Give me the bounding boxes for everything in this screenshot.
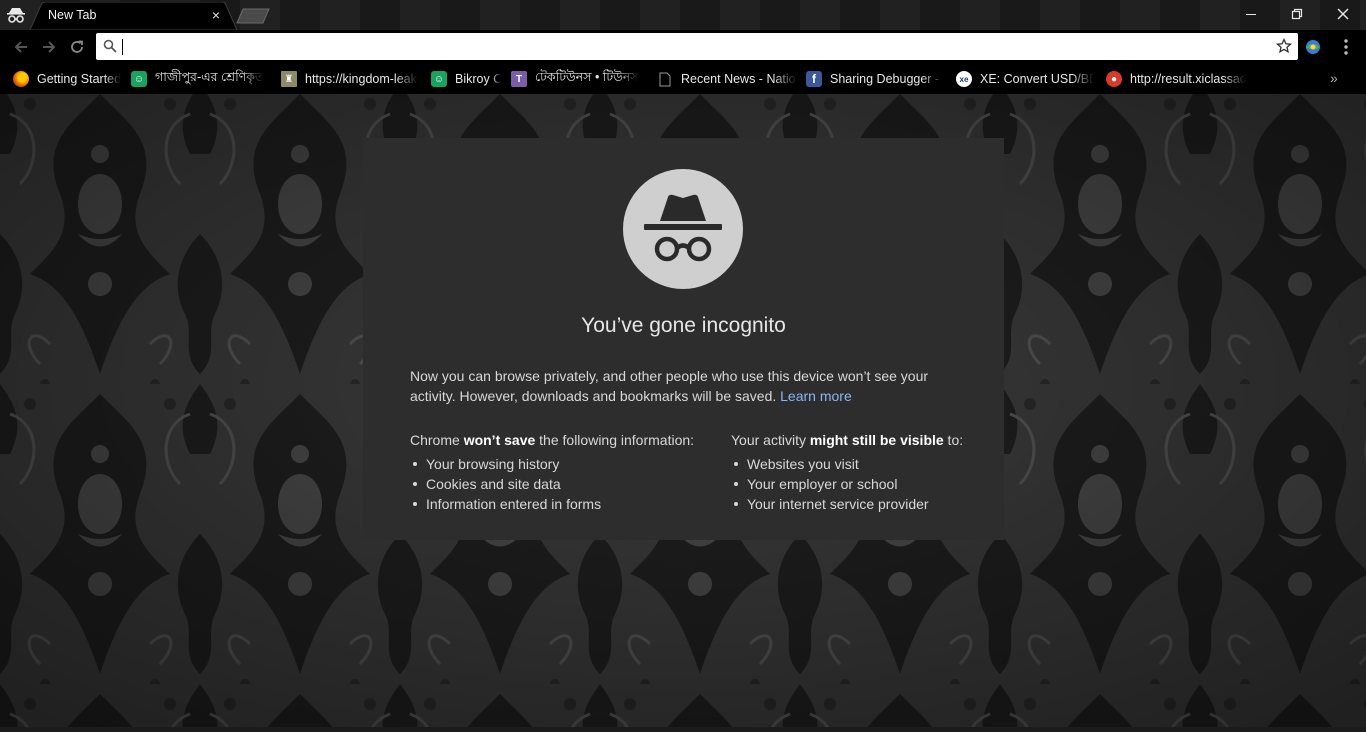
bookmark-recent-news[interactable]: Recent News - National	[657, 69, 797, 89]
list-item: Websites you visit	[731, 454, 981, 474]
bookmark-gazipur[interactable]: ☺ গাজীপুর-এর শ্রেণিকৃত	[131, 69, 271, 89]
bookmarks-overflow-icon[interactable]: »	[1330, 70, 1338, 86]
list-item: Information entered in forms	[410, 494, 710, 514]
incognito-icon	[623, 169, 743, 289]
back-button[interactable]	[8, 34, 34, 60]
wont-save-section: Chrome won’t save the following informat…	[410, 430, 710, 514]
search-icon	[103, 39, 117, 53]
incognito-card: You’ve gone incognito Now you can browse…	[363, 138, 1004, 540]
still-visible-list: Websites you visit Your employer or scho…	[731, 454, 981, 514]
incognito-badge-icon	[6, 6, 26, 24]
bookmark-xe-convert[interactable]: xe XE: Convert USD/BDT	[956, 69, 1094, 89]
list-item: Your employer or school	[731, 474, 981, 494]
bookmark-result-xiclass[interactable]: ● http://result.xiclassadmission	[1106, 69, 1246, 89]
bikroy-icon: ☺	[431, 71, 447, 87]
learn-more-link[interactable]: Learn more	[780, 388, 852, 404]
restore-icon	[1291, 8, 1303, 20]
still-visible-heading: Your activity might still be visible to:	[731, 432, 964, 448]
techtunes-icon: T	[511, 71, 527, 87]
toolbar	[0, 30, 1366, 64]
incognito-heading: You’ve gone incognito	[581, 314, 786, 337]
bookmark-techtunes[interactable]: T টেকটিউনস • টিউনস	[511, 69, 651, 89]
reload-button[interactable]	[64, 34, 90, 60]
list-item: Your browsing history	[410, 454, 710, 474]
list-item: Your internet service provider	[731, 494, 981, 514]
menu-icon	[1344, 39, 1348, 55]
wont-save-heading: Chrome won’t save the following informat…	[410, 432, 695, 448]
text-caret	[122, 39, 123, 55]
bikroy-icon: ☺	[131, 71, 147, 87]
new-tab-button[interactable]	[236, 8, 272, 24]
tab-close-icon[interactable]: ×	[208, 7, 224, 23]
bookmark-sharing-debugger[interactable]: f Sharing Debugger - Facebook	[806, 69, 944, 89]
forward-icon	[43, 41, 56, 53]
extension-icon[interactable]	[1304, 38, 1322, 56]
reload-icon	[71, 40, 83, 53]
result-icon: ●	[1106, 71, 1122, 87]
still-visible-section: Your activity might still be visible to:…	[731, 430, 981, 514]
tab-title: New Tab	[48, 8, 97, 22]
list-item: Cookies and site data	[410, 474, 710, 494]
firefox-icon	[13, 71, 29, 87]
omnibox-input[interactable]	[120, 36, 1250, 57]
incognito-intro: Now you can browse privately, and other …	[410, 366, 950, 406]
page-icon	[657, 71, 673, 87]
tab-new-tab[interactable]: New Tab ×	[30, 2, 240, 30]
minimize-icon	[1246, 14, 1256, 15]
back-icon	[14, 41, 27, 53]
minimize-button[interactable]	[1228, 0, 1274, 28]
close-window-button[interactable]	[1320, 0, 1366, 28]
title-bar: New Tab ×	[0, 0, 1366, 30]
wont-save-list: Your browsing history Cookies and site d…	[410, 454, 710, 514]
xe-icon: xe	[956, 71, 972, 87]
bookmarks-bar: Getting Started ☺ গাজীপুর-এর শ্রেণিকৃত ♜…	[0, 64, 1366, 94]
restore-button[interactable]	[1274, 0, 1320, 28]
bookmark-kingdom-leaks[interactable]: ♜ https://kingdom-leaks	[281, 69, 418, 89]
bookmark-bikroy[interactable]: ☺ Bikroy C	[431, 69, 501, 89]
castle-icon: ♜	[281, 71, 297, 87]
omnibox[interactable]	[96, 33, 1298, 60]
star-icon[interactable]	[1276, 38, 1292, 54]
facebook-icon: f	[806, 71, 822, 87]
forward-button[interactable]	[36, 34, 62, 60]
menu-button[interactable]	[1338, 37, 1354, 57]
page-bottom-edge	[0, 727, 1366, 732]
bookmark-getting-started[interactable]: Getting Started	[13, 69, 123, 89]
close-icon	[1337, 8, 1349, 20]
